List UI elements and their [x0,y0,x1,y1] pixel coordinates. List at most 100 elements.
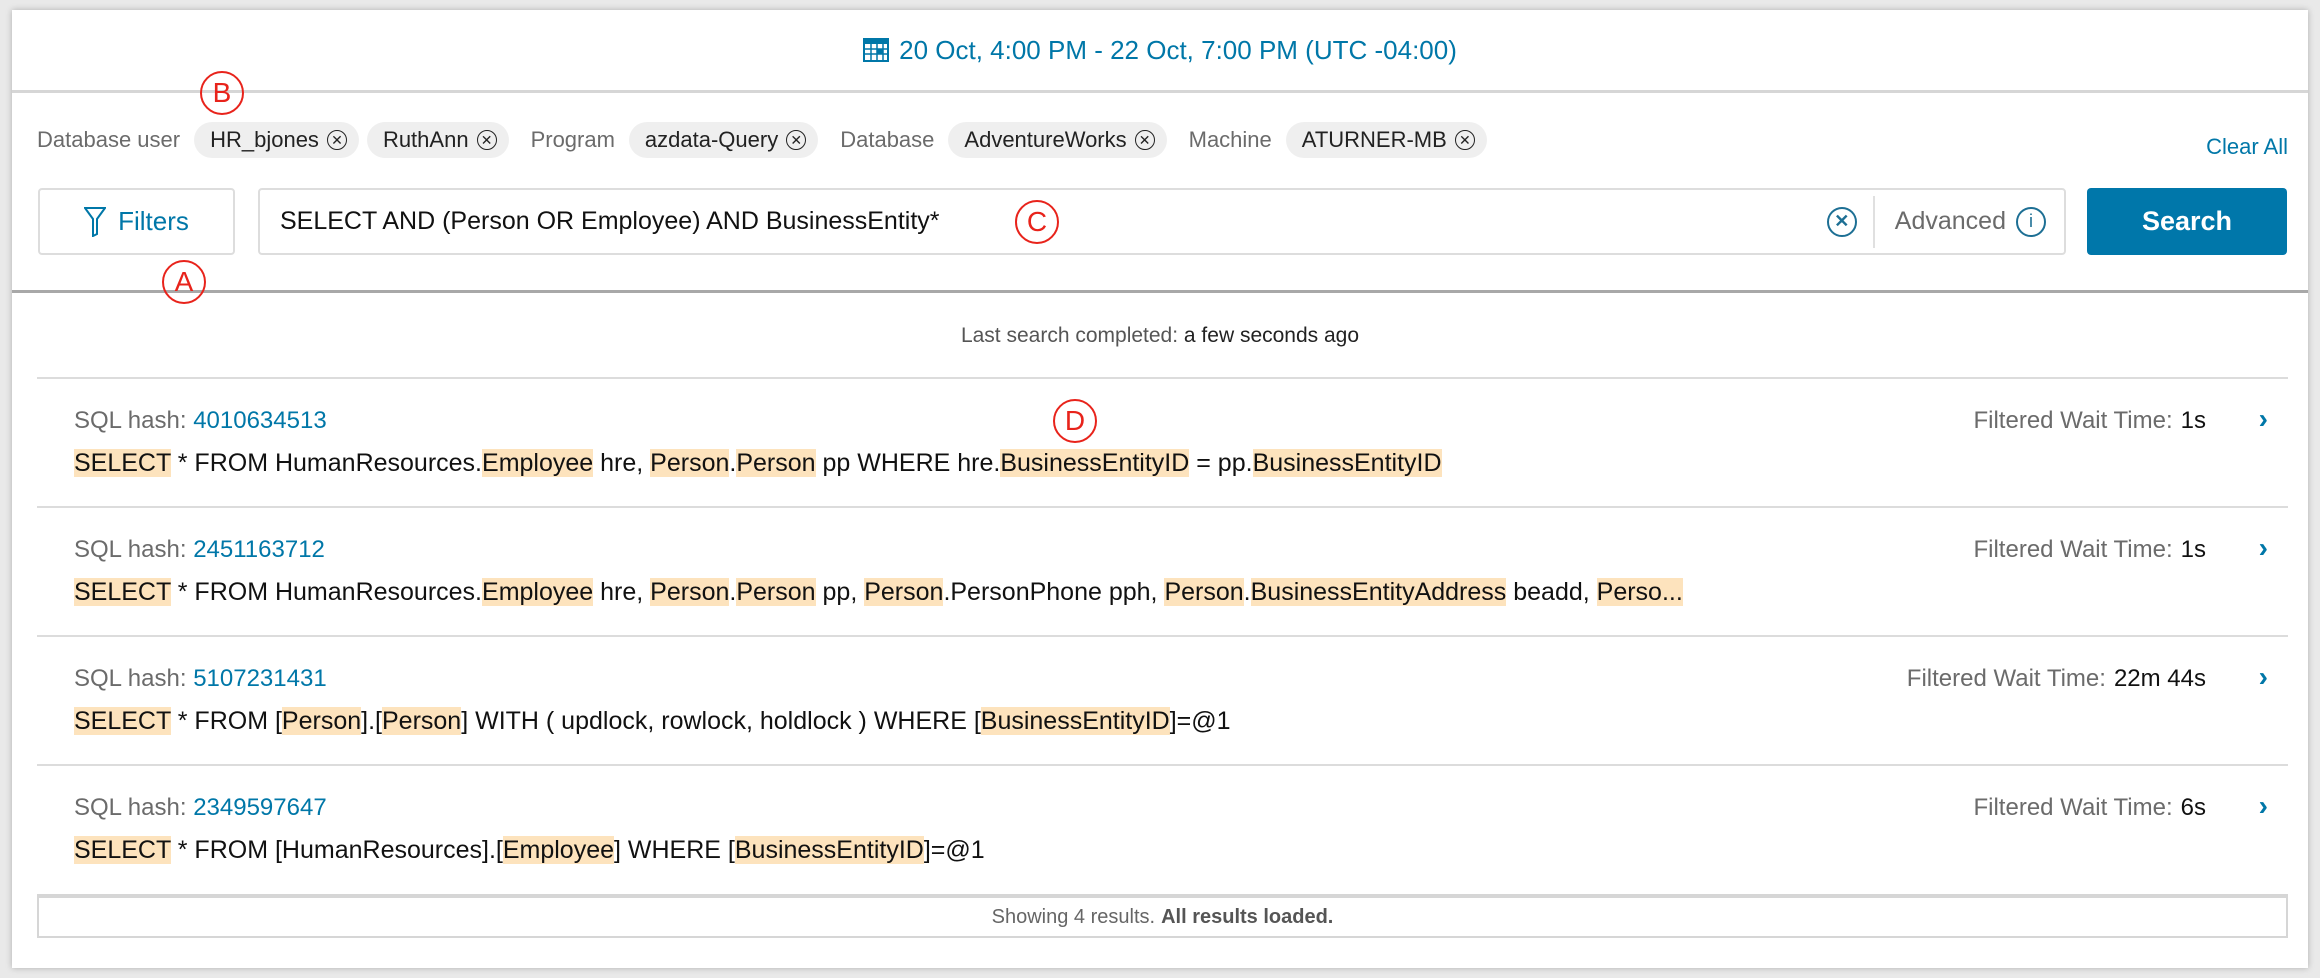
advanced-label: Advanced [1894,207,2006,235]
filter-chip-label: azdata-Query [644,127,779,152]
remove-chip-icon[interactable]: ✕ [326,130,347,150]
chevron-right-icon[interactable]: › [2259,403,2268,435]
clear-search-icon[interactable]: ✕ [1826,206,1857,237]
section-divider [12,290,2308,293]
wait-label: Filtered Wait Time: [1973,794,2173,821]
sql-hash-label: SQL hash: [74,665,187,692]
sql-fragment: * FROM HumanResources. [170,449,483,477]
search-term-highlight: Employee [502,836,615,864]
search-input[interactable]: SELECT AND (Person OR Employee) AND Busi… [258,188,2066,255]
search-term-highlight: BusinessEntityID [980,707,1170,735]
wait-value: 1s [2180,536,2206,563]
result-row[interactable]: SQL hash: 5107231431 SELECT * FROM [Perso… [37,635,2288,764]
sql-hash-value[interactable]: 5107231431 [193,665,326,692]
sql-fragment: ] WITH ( updlock, rowlock, holdlock ) WH… [461,707,981,735]
filter-label: Database [840,127,935,152]
filters-label: Filters [118,206,189,236]
result-row[interactable]: SQL hash: 2349597647 SELECT * FROM [Human… [37,764,2288,893]
sql-hash-label: SQL hash: [74,794,187,821]
sql-text: SELECT * FROM [Person].[Person] WITH ( u… [74,703,1231,739]
search-term-highlight: BusinessEntityAddress [1250,578,1507,606]
status-prefix: Last search completed: [960,324,1179,347]
sql-hash: SQL hash: 2451163712 [74,536,325,564]
chevron-right-icon[interactable]: › [2259,532,2268,564]
sql-hash: SQL hash: 4010634513 [74,407,327,435]
sql-fragment: ]=@1 [1169,707,1231,735]
filters-button[interactable]: Filters [38,188,235,255]
annotation-d: D [1053,399,1097,443]
result-row[interactable]: SQL hash: 4010634513 SELECT * FROM HumanR… [37,377,2288,506]
filter-chip-label: ATURNER-MB [1301,127,1447,152]
remove-chip-icon[interactable]: ✕ [476,130,497,150]
filter-chip[interactable]: ATURNER-MB ✕ [1285,122,1487,158]
sql-fragment: = pp. [1189,449,1253,477]
wait-label: Filtered Wait Time: [1973,407,2173,434]
info-icon[interactable]: i [2016,206,2046,237]
sql-hash-label: SQL hash: [74,536,187,563]
sql-fragment: ].[ [361,707,382,735]
chevron-right-icon[interactable]: › [2259,790,2268,822]
sql-hash: SQL hash: 2349597647 [74,794,327,822]
annotation-b: B [200,71,244,115]
filter-chip[interactable]: azdata-Query ✕ [628,122,819,158]
filter-icon [84,206,107,237]
search-term-highlight: Employee [482,449,594,477]
wait-label: Filtered Wait Time: [1906,665,2106,692]
filtered-wait-time: Filtered Wait Time: 1s [1973,407,2206,435]
filter-chip[interactable]: RuthAnn ✕ [366,122,509,158]
search-term-highlight: Employee [482,578,594,606]
search-term-highlight: BusinessEntityID [734,836,924,864]
sql-hash-value[interactable]: 2451163712 [193,536,325,563]
sql-text: SELECT * FROM HumanResources.Employee hr… [74,574,1683,610]
filter-label: Program [530,127,615,152]
last-search-status: Last search completed: a few seconds ago [12,324,2308,348]
search-term-highlight: Person [736,578,816,606]
sql-fragment: pp WHERE hre. [815,449,1001,477]
remove-chip-icon[interactable]: ✕ [1454,130,1475,150]
filter-chip-label: RuthAnn [382,127,469,152]
wait-value: 22m 44s [2113,665,2206,692]
results-footer: Showing 4 results. All results loaded. [37,894,2288,938]
filter-chip[interactable]: HR_bjones ✕ [194,122,359,158]
advanced-toggle[interactable]: Advanced i [1875,206,2064,237]
filter-label: Machine [1188,127,1272,152]
search-term-highlight: Person [650,578,730,606]
calendar-icon [863,38,890,62]
filter-chip[interactable]: AdventureWorks ✕ [948,122,1167,158]
sql-fragment: ]=@1 [923,836,985,864]
result-row[interactable]: SQL hash: 2451163712 SELECT * FROM HumanR… [37,506,2288,635]
date-range: 20 Oct, 4:00 PM - 22 Oct, 7:00 PM (UTC -… [899,34,1457,65]
filtered-wait-time: Filtered Wait Time: 1s [1973,536,2206,564]
sql-fragment: beadd, [1506,578,1597,606]
time-range-header[interactable]: 20 Oct, 4:00 PM - 22 Oct, 7:00 PM (UTC -… [12,10,2308,93]
search-term-highlight: Person [1164,578,1244,606]
annotation-c: C [1015,200,1059,244]
sql-hash-label: SQL hash: [74,407,187,434]
results-count: Showing 4 results. [991,905,1156,928]
sql-fragment: pp, [815,578,865,606]
sql-hash-value[interactable]: 4010634513 [193,407,326,434]
sql-fragment: * FROM HumanResources. [170,578,483,606]
sql-fragment: * FROM [HumanResources].[ [170,836,503,864]
remove-chip-icon[interactable]: ✕ [1134,130,1155,150]
clear-all-link[interactable]: Clear All [2206,134,2288,160]
remove-chip-icon[interactable]: ✕ [786,130,807,150]
filtered-wait-time: Filtered Wait Time: 6s [1973,794,2206,822]
chevron-right-icon[interactable]: › [2259,661,2268,693]
search-term-highlight: SELECT [74,836,171,864]
filter-chip-label: HR_bjones [210,127,319,152]
search-button[interactable]: Search [2087,188,2287,255]
filtered-wait-time: Filtered Wait Time: 22m 44s [1907,665,2206,693]
search-term-highlight: SELECT [74,578,171,606]
filter-chip-label: AdventureWorks [964,127,1127,152]
sql-hash-value[interactable]: 2349597647 [193,794,326,821]
sql-fragment: . [1243,578,1251,606]
sql-text: SELECT * FROM [HumanResources].[Employee… [74,832,985,868]
sql-fragment: ] WHERE [ [614,836,735,864]
wait-label: Filtered Wait Time: [1973,536,2173,563]
status-value: a few seconds ago [1183,324,1360,347]
sql-fragment: hre, [593,578,651,606]
query-search-panel: 20 Oct, 4:00 PM - 22 Oct, 7:00 PM (UTC -… [12,10,2308,968]
wait-value: 1s [2180,407,2206,434]
search-term-highlight: SELECT [74,449,171,477]
